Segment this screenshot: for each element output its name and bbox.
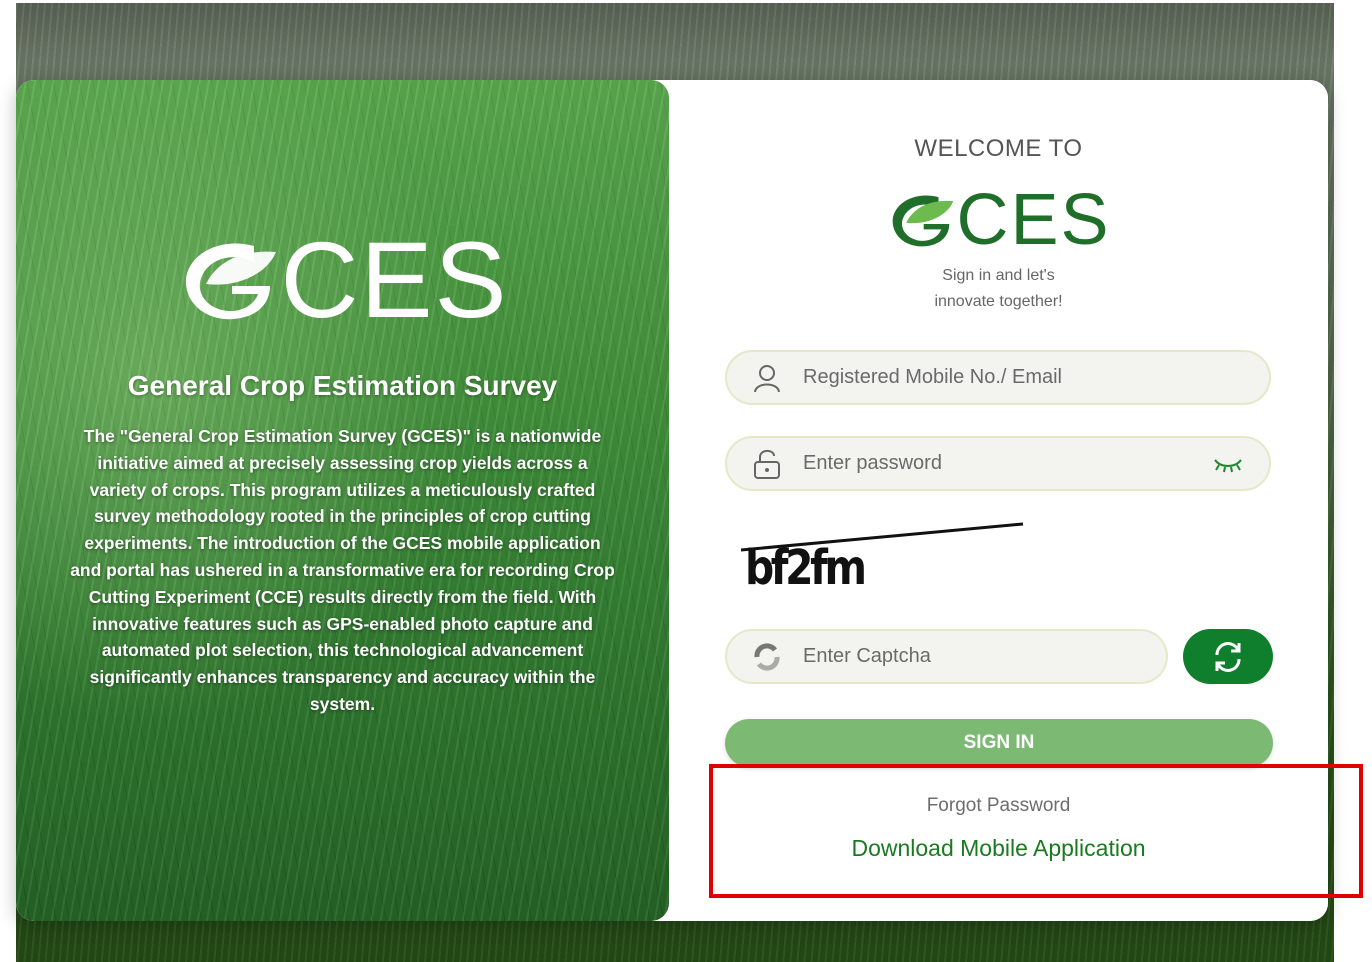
captcha-text: bf2fm (745, 540, 867, 596)
forgot-password-link[interactable]: Forgot Password (669, 795, 1328, 817)
password-field (725, 436, 1271, 491)
user-icon (751, 362, 783, 394)
tagline: Sign in and let's innovate together! (669, 263, 1328, 315)
captcha-input[interactable] (801, 644, 1166, 669)
captcha-field (725, 629, 1168, 684)
download-app-link[interactable]: Download Mobile Application (669, 835, 1328, 862)
tagline-line-1: Sign in and let's (942, 267, 1055, 284)
username-field (725, 350, 1271, 405)
captcha-refresh-icon (751, 641, 783, 673)
gces-logo: CES (669, 180, 1328, 260)
signin-button[interactable]: SIGN IN (725, 719, 1273, 767)
leaf-g-logo-icon (186, 243, 277, 320)
login-card: CES General Crop Estimation Survey The "… (16, 80, 1328, 921)
lock-icon (751, 448, 783, 480)
logo-wordmark: CES (280, 219, 509, 340)
refresh-captcha-button[interactable] (1183, 629, 1273, 684)
welcome-heading: WELCOME TO (914, 135, 1083, 162)
username-input[interactable] (801, 365, 1269, 390)
signin-panel: WELCOME TO CES Sign in and let's innovat… (669, 80, 1328, 921)
password-input[interactable] (801, 451, 1211, 476)
gces-logo-large: CES (16, 220, 669, 340)
intro-panel: CES General Crop Estimation Survey The "… (16, 80, 669, 921)
survey-title: General Crop Estimation Survey (127, 370, 558, 401)
logo-wordmark: CES (956, 180, 1111, 260)
captcha-image: bf2fm (741, 520, 1031, 600)
refresh-icon (1215, 641, 1241, 672)
leaf-g-logo-icon (893, 195, 954, 247)
tagline-line-2: innovate together! (934, 293, 1063, 310)
survey-description: The "General Crop Estimation Survey (GCE… (70, 426, 615, 714)
eye-closed-icon[interactable] (1211, 452, 1245, 476)
